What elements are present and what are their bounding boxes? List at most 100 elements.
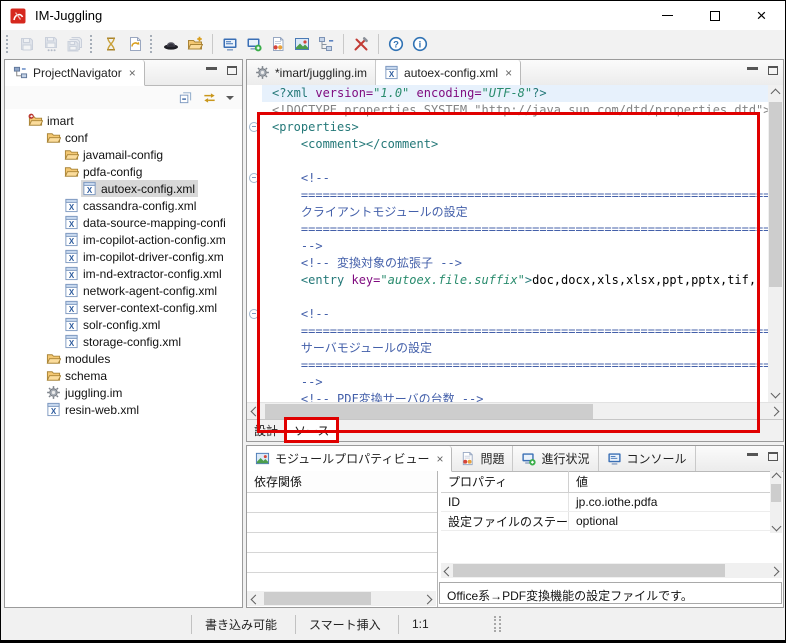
tree-item-modules[interactable]: modules bbox=[5, 350, 242, 367]
collapse-all-button[interactable] bbox=[178, 90, 193, 105]
editor-horizontal-scrollbar[interactable] bbox=[247, 402, 783, 420]
minimize-view-icon[interactable] bbox=[747, 67, 758, 74]
scroll-thumb[interactable] bbox=[453, 564, 725, 577]
hierarchy-button[interactable] bbox=[314, 33, 338, 55]
tree-item-im-copilot-action-config-xm[interactable]: Xim-copilot-action-config.xm bbox=[5, 231, 242, 248]
dependencies-empty-row[interactable] bbox=[247, 493, 437, 513]
maximize-view-icon[interactable] bbox=[768, 452, 778, 461]
code-line[interactable] bbox=[262, 289, 768, 306]
dependencies-empty-row[interactable] bbox=[247, 513, 437, 533]
properties-horizontal-scrollbar[interactable] bbox=[441, 563, 782, 578]
hat-button[interactable] bbox=[159, 33, 183, 55]
tree-item-juggling-im[interactable]: juggling.im bbox=[5, 384, 242, 401]
statusbar-drag-handle[interactable] bbox=[494, 616, 501, 632]
property-row[interactable]: 設定ファイルのステータスoptional bbox=[441, 512, 782, 531]
tree-item-network-agent-config-xml[interactable]: Xnetwork-agent-config.xml bbox=[5, 282, 242, 299]
view-tab-問題[interactable]: 問題 bbox=[452, 446, 513, 471]
tree-item-data-source-mapping-confi[interactable]: Xdata-source-mapping-confi bbox=[5, 214, 242, 231]
tree-item-server-context-config-xml[interactable]: Xserver-context-config.xml bbox=[5, 299, 242, 316]
dependencies-horizontal-scrollbar[interactable] bbox=[247, 591, 436, 606]
tree-item-imart[interactable]: imart bbox=[5, 112, 242, 129]
code-line[interactable]: ========================================… bbox=[262, 187, 768, 204]
maximize-button[interactable] bbox=[691, 1, 738, 30]
tree-item-conf[interactable]: conf bbox=[5, 129, 242, 146]
code-area[interactable]: <?xml version="1.0" encoding="UTF-8"?><!… bbox=[262, 85, 768, 402]
code-line[interactable]: <entry key="autoex.file.suffix">doc,docx… bbox=[262, 272, 768, 289]
editor-vertical-scrollbar[interactable] bbox=[768, 85, 783, 402]
mode-tab-設計[interactable]: 設計 bbox=[247, 420, 286, 441]
code-line[interactable]: クライアントモジュールの設定 bbox=[262, 204, 768, 221]
code-line[interactable]: <!-- PDF変換サーバの台数 --> bbox=[262, 391, 768, 402]
link-with-editor-button[interactable] bbox=[202, 90, 217, 105]
dependencies-empty-row[interactable] bbox=[247, 533, 437, 553]
console-view-button[interactable] bbox=[218, 33, 242, 55]
code-line[interactable]: <!DOCTYPE properties SYSTEM "http://java… bbox=[262, 102, 768, 119]
code-line[interactable]: ========================================… bbox=[262, 221, 768, 238]
info-button[interactable]: i bbox=[408, 33, 432, 55]
property-row[interactable]: IDjp.co.iothe.pdfa bbox=[441, 493, 782, 512]
log-view-button[interactable] bbox=[266, 33, 290, 55]
close-button[interactable]: × bbox=[738, 1, 785, 30]
help-button[interactable]: ? bbox=[384, 33, 408, 55]
editor-tab-imart-juggling-im[interactable]: *imart/juggling.im bbox=[247, 60, 376, 85]
tree-item-pdfa-config[interactable]: pdfa-config bbox=[5, 163, 242, 180]
tree-item-schema[interactable]: schema bbox=[5, 367, 242, 384]
fold-collapse-icon[interactable] bbox=[249, 309, 259, 319]
scroll-thumb[interactable] bbox=[264, 592, 371, 605]
file-refresh-button[interactable] bbox=[123, 33, 147, 55]
module-property-view-button[interactable] bbox=[290, 33, 314, 55]
tree-item-im-nd-extractor-config-xml[interactable]: Xim-nd-extractor-config.xml bbox=[5, 265, 242, 282]
code-line[interactable]: <!-- bbox=[262, 170, 768, 187]
tab-close-icon[interactable]: × bbox=[129, 66, 136, 80]
code-line[interactable]: <!-- bbox=[262, 306, 768, 323]
tree-item-im-copilot-driver-config-xm[interactable]: Xim-copilot-driver-config.xm bbox=[5, 248, 242, 265]
code-line[interactable]: サーバモジュールの設定 bbox=[262, 340, 768, 357]
import-folder-button[interactable] bbox=[183, 33, 207, 55]
code-line[interactable]: --> bbox=[262, 374, 768, 391]
tree-item-javamail-config[interactable]: javamail-config bbox=[5, 146, 242, 163]
tree-item-storage-config-xml[interactable]: Xstorage-config.xml bbox=[5, 333, 242, 350]
code-line[interactable]: <comment></comment> bbox=[262, 136, 768, 153]
scroll-thumb[interactable] bbox=[769, 102, 782, 287]
properties-vertical-scrollbar[interactable] bbox=[770, 471, 782, 533]
fold-collapse-icon[interactable] bbox=[249, 173, 259, 183]
column-header-value[interactable]: 値 bbox=[569, 471, 782, 492]
tools-button[interactable] bbox=[349, 33, 373, 55]
view-tab-コンソール[interactable]: コンソール bbox=[599, 446, 696, 471]
code-line[interactable]: <?xml version="1.0" encoding="UTF-8"?> bbox=[262, 85, 768, 102]
minimize-view-icon[interactable] bbox=[747, 453, 758, 460]
juggling-build-button[interactable] bbox=[99, 33, 123, 55]
editor-tab-autoex-config-xml[interactable]: Xautoex-config.xml× bbox=[376, 60, 521, 86]
save-button[interactable] bbox=[15, 33, 39, 55]
maximize-view-icon[interactable] bbox=[227, 66, 237, 75]
tab-close-icon[interactable]: × bbox=[505, 66, 512, 80]
scroll-thumb[interactable] bbox=[265, 404, 593, 419]
view-menu-button[interactable] bbox=[226, 96, 234, 100]
tab-close-icon[interactable]: × bbox=[436, 452, 443, 466]
code-line[interactable] bbox=[262, 153, 768, 170]
tree-item-solr-config-xml[interactable]: Xsolr-config.xml bbox=[5, 316, 242, 333]
tree-item-resin-web-xml[interactable]: Xresin-web.xml bbox=[5, 401, 242, 418]
code-line[interactable]: <!-- 変換対象の拡張子 --> bbox=[262, 255, 768, 272]
dependencies-empty-row[interactable] bbox=[247, 553, 437, 573]
tree-item-autoex-config-xml[interactable]: Xautoex-config.xml bbox=[5, 180, 242, 197]
minimize-button[interactable] bbox=[644, 1, 691, 30]
fold-collapse-icon[interactable] bbox=[249, 122, 259, 132]
code-line[interactable]: --> bbox=[262, 238, 768, 255]
code-line[interactable]: <properties> bbox=[262, 119, 768, 136]
tab-project-navigator[interactable]: ProjectNavigator × bbox=[5, 60, 145, 86]
minimize-view-icon[interactable] bbox=[206, 67, 217, 74]
scroll-thumb[interactable] bbox=[771, 484, 781, 502]
tree-item-cassandra-config-xml[interactable]: Xcassandra-config.xml bbox=[5, 197, 242, 214]
code-line[interactable]: ========================================… bbox=[262, 323, 768, 340]
view-tab-進行状況[interactable]: 進行状況 bbox=[513, 446, 598, 471]
maximize-view-icon[interactable] bbox=[768, 66, 778, 75]
column-header-property[interactable]: プロパティ bbox=[441, 471, 569, 492]
view-tab-モジュールプロパティビュー[interactable]: モジュールプロパティビュー× bbox=[247, 446, 452, 472]
mode-tab-ソース[interactable]: ソース bbox=[286, 419, 337, 441]
tree-item-row: Xim-copilot-driver-config.xm bbox=[63, 248, 227, 265]
save-as-button[interactable] bbox=[39, 33, 63, 55]
save-all-button[interactable] bbox=[63, 33, 87, 55]
code-line[interactable]: ========================================… bbox=[262, 357, 768, 374]
run-monitor-button[interactable] bbox=[242, 33, 266, 55]
